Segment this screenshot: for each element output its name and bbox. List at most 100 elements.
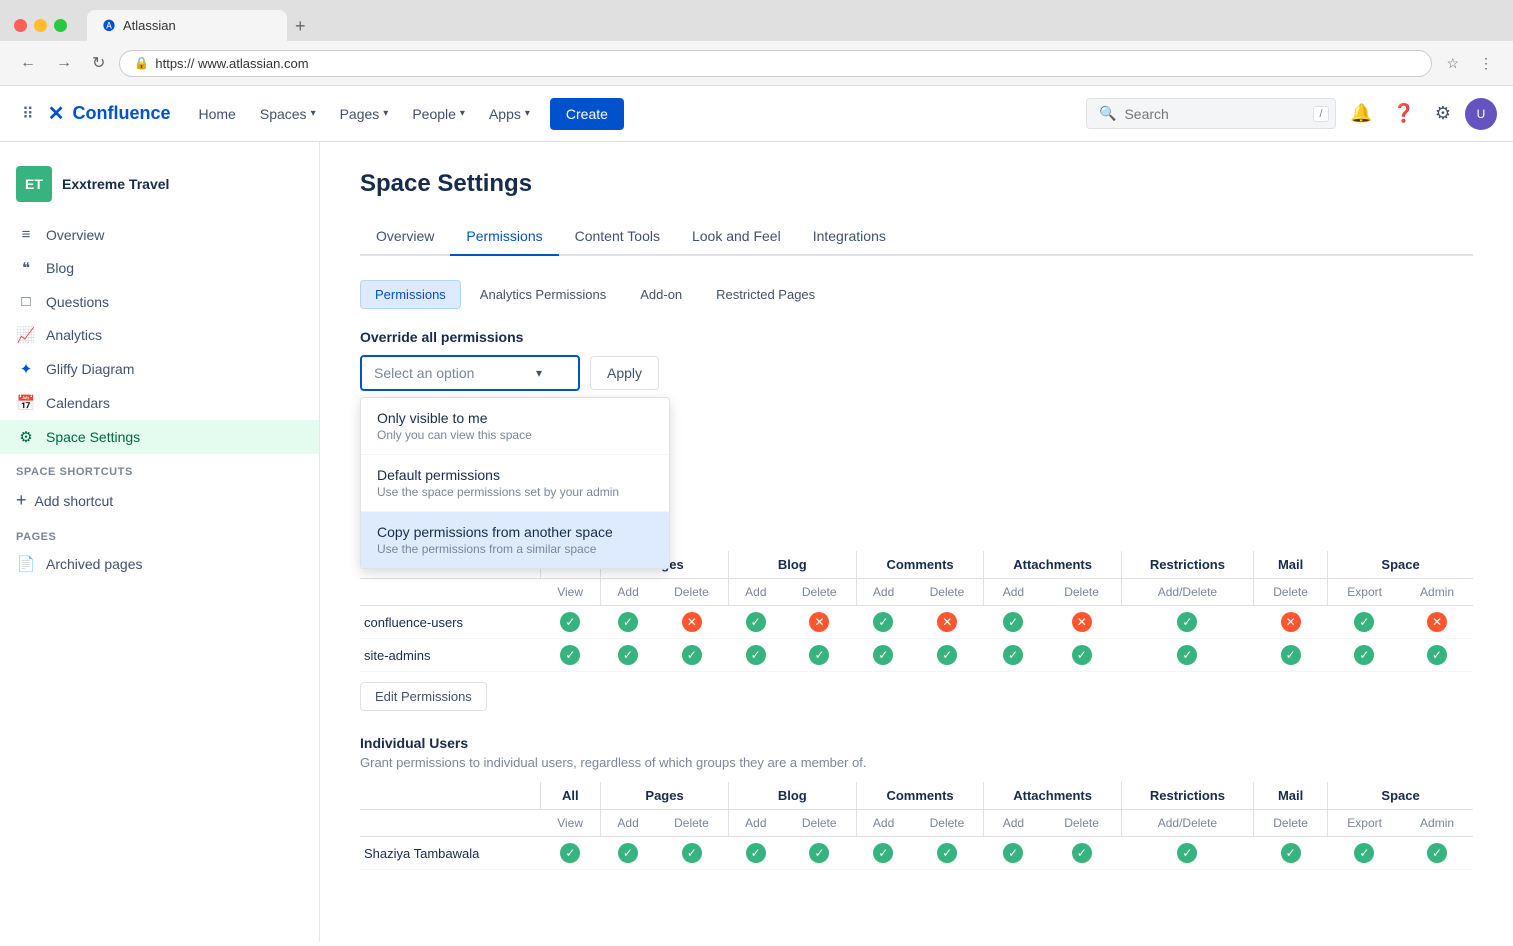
nav-home[interactable]: Home: [187, 98, 248, 130]
perm-cell: ✓: [728, 606, 782, 639]
menu-button[interactable]: ⋮: [1473, 51, 1499, 76]
active-tab[interactable]: 🅐 Atlassian: [87, 10, 287, 41]
browser-toolbar: ← → ↻ 🔒 https:// www.atlassian.com ☆ ⋮: [0, 41, 1513, 86]
override-dropdown-container: Select an option ▾ Only visible to me On…: [360, 355, 580, 391]
dropdown-item-desc: Use the permissions from a similar space: [377, 542, 653, 556]
col-header-blog-u: Blog: [728, 782, 856, 810]
edit-permissions-button[interactable]: Edit Permissions: [360, 682, 487, 711]
cross-icon: ✕: [682, 612, 702, 632]
check-icon: ✓: [1281, 645, 1301, 665]
check-icon: ✓: [560, 612, 580, 632]
check-icon: ✓: [873, 612, 893, 632]
check-icon: ✓: [1427, 843, 1447, 863]
override-dropdown[interactable]: Select an option ▾: [360, 355, 580, 391]
tab-overview[interactable]: Overview: [360, 218, 450, 256]
dropdown-item-visible-to-me[interactable]: Only visible to me Only you can view thi…: [361, 398, 669, 454]
apply-button[interactable]: Apply: [590, 356, 659, 390]
dropdown-item-copy-perms[interactable]: Copy permissions from another space Use …: [361, 511, 669, 568]
col-header-all-u: All: [540, 782, 601, 810]
cross-icon: ✕: [937, 612, 957, 632]
perm-cell: ✓: [856, 639, 910, 672]
app-grid-button[interactable]: ⠿: [16, 98, 40, 130]
tab-content-tools[interactable]: Content Tools: [559, 218, 676, 256]
forward-button[interactable]: →: [50, 50, 78, 76]
nav-pages[interactable]: Pages ▾: [328, 98, 401, 130]
sidebar-item-gliffy[interactable]: ✦ Gliffy Diagram: [0, 352, 319, 386]
tab-look-feel[interactable]: Look and Feel: [676, 218, 797, 256]
col-subheader-blog-delete: Delete: [783, 579, 856, 606]
check-icon: ✓: [809, 843, 829, 863]
new-tab-button[interactable]: +: [287, 12, 314, 41]
col-subheader-mail-delete: Delete: [1254, 579, 1328, 606]
space-header: ET Exxtreme Travel: [0, 158, 319, 218]
tab-addon-sub[interactable]: Add-on: [625, 280, 697, 309]
perm-cell: ✕: [655, 606, 728, 639]
search-bar[interactable]: 🔍 /: [1086, 98, 1336, 129]
add-shortcut-button[interactable]: + Add shortcut: [0, 482, 319, 519]
sidebar-item-overview[interactable]: ≡ Overview: [0, 218, 319, 251]
sidebar: ET Exxtreme Travel ≡ Overview ❝ Blog □ Q…: [0, 142, 320, 942]
nav-links: Home Spaces ▾ Pages ▾ People ▾ Apps ▾: [187, 98, 624, 130]
tab-favicon: 🅐: [103, 17, 115, 34]
minimize-button[interactable]: [34, 19, 47, 32]
dropdown-item-default-perms[interactable]: Default permissions Use the space permis…: [361, 454, 669, 511]
nav-people[interactable]: People ▾: [400, 98, 477, 130]
space-name: Exxtreme Travel: [62, 176, 169, 192]
tab-analytics-sub[interactable]: Analytics Permissions: [465, 280, 621, 309]
perm-cell: ✓: [783, 837, 856, 870]
nav-spaces[interactable]: Spaces ▾: [248, 98, 328, 130]
calendars-icon: 📅: [16, 394, 36, 412]
tab-permissions[interactable]: Permissions: [450, 218, 558, 256]
perm-cell: ✓: [540, 606, 601, 639]
nav-apps[interactable]: Apps ▾: [477, 98, 542, 130]
col-header-space-u: Space: [1328, 782, 1473, 810]
perm-cell: ✓: [1254, 837, 1328, 870]
create-button[interactable]: Create: [550, 98, 624, 130]
settings-button[interactable]: ⚙: [1429, 97, 1457, 130]
reload-button[interactable]: ↻: [86, 49, 111, 77]
confluence-logo: ✕ Confluence: [48, 101, 171, 126]
sidebar-item-questions[interactable]: □ Questions: [0, 285, 319, 318]
bookmark-button[interactable]: ☆: [1440, 51, 1465, 76]
group-name-site-admins: site-admins: [360, 639, 540, 672]
gliffy-icon: ✦: [16, 360, 36, 378]
sidebar-item-analytics[interactable]: 📈 Analytics: [0, 318, 319, 352]
sidebar-item-archived-pages[interactable]: 📄 Archived pages: [0, 547, 319, 581]
search-shortcut: /: [1313, 106, 1328, 122]
dropdown-chevron-icon: ▾: [536, 366, 542, 380]
blog-icon: ❝: [16, 259, 36, 277]
people-chevron-icon: ▾: [460, 108, 465, 119]
perm-cell: ✓: [1121, 837, 1253, 870]
search-icon: 🔍: [1099, 105, 1116, 122]
override-label: Override all permissions: [360, 329, 1473, 345]
tab-restricted-sub[interactable]: Restricted Pages: [701, 280, 830, 309]
check-icon: ✓: [746, 843, 766, 863]
search-input[interactable]: [1124, 106, 1305, 122]
back-button[interactable]: ←: [14, 50, 42, 76]
sidebar-item-blog[interactable]: ❝ Blog: [0, 251, 319, 285]
cross-icon: ✕: [1427, 612, 1447, 632]
help-button[interactable]: ❓: [1386, 97, 1420, 130]
url-bar[interactable]: 🔒 https:// www.atlassian.com: [119, 50, 1432, 77]
analytics-icon: 📈: [16, 326, 36, 344]
col-subheader-user-name: [360, 810, 540, 837]
tab-permissions-sub[interactable]: Permissions: [360, 280, 461, 309]
pages-chevron-icon: ▾: [383, 108, 388, 119]
tab-integrations[interactable]: Integrations: [797, 218, 902, 256]
col-subheader-space-admin-u: Admin: [1401, 810, 1473, 837]
col-header-attachments: Attachments: [984, 551, 1121, 579]
col-header-comments-u: Comments: [856, 782, 984, 810]
col-subheader-restrictions-adddel-u: Add/Delete: [1121, 810, 1253, 837]
sidebar-item-calendars[interactable]: 📅 Calendars: [0, 386, 319, 420]
check-icon: ✓: [1177, 843, 1197, 863]
user-avatar[interactable]: U: [1465, 98, 1497, 130]
maximize-button[interactable]: [54, 19, 67, 32]
sidebar-item-space-settings[interactable]: ⚙ Space Settings: [0, 420, 319, 454]
notifications-button[interactable]: 🔔: [1344, 97, 1378, 130]
check-icon: ✓: [1177, 612, 1197, 632]
col-subheader-pages-add: Add: [601, 579, 655, 606]
spaces-chevron-icon: ▾: [311, 108, 316, 119]
perm-cell: ✕: [1042, 606, 1121, 639]
close-button[interactable]: [14, 19, 27, 32]
permissions-table-section: All Pages Blog Comments Attachments Rest…: [360, 551, 1473, 711]
